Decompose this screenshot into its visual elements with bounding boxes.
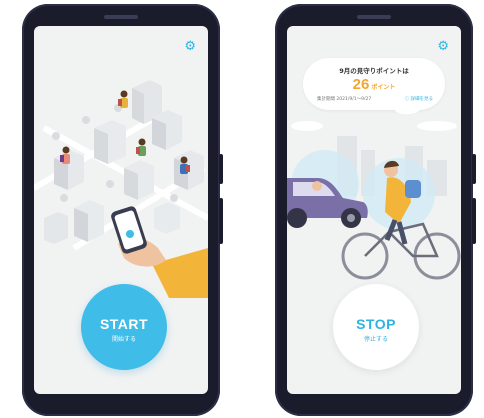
info-icon: ⓘ [404,97,410,102]
side-button [219,198,223,244]
points-number: 26 [352,76,370,93]
street-illustration [287,106,461,280]
points-details-link[interactable]: ⓘ 詳細を見る [405,96,433,102]
side-button [219,154,223,184]
gear-icon[interactable]: ⚙ [184,40,196,53]
speaker [357,15,391,19]
speaker [104,15,138,19]
city-illustration [34,80,208,298]
phone-right: ⚙ 9月の見守りポイントは 26 ポイント 集計期間 2021/9/1〜9/27 … [275,4,476,416]
phone-left: ⚙ START 開始する [22,4,223,416]
start-button[interactable]: START 開始する [81,284,167,370]
points-period: 集計期間 2021/9/1〜9/27 [317,97,372,102]
child-figure [118,90,128,108]
stop-button[interactable]: STOP 停止する [333,284,419,370]
side-button [472,198,476,244]
start-screen: ⚙ START 開始する [34,26,208,394]
start-button-label: START [99,316,149,332]
points-details-link-label: 詳細を見る [410,97,434,102]
stop-button-label: STOP [356,316,396,332]
points-card: 9月の見守りポイントは 26 ポイント 集計期間 2021/9/1〜9/27 ⓘ … [303,58,445,110]
side-button [472,154,476,184]
stop-button-sublabel: 停止する [363,336,388,343]
clouds [291,106,457,131]
points-value: 26 ポイント [303,74,445,93]
stop-screen: ⚙ 9月の見守りポイントは 26 ポイント 集計期間 2021/9/1〜9/27 … [287,26,461,394]
gear-icon[interactable]: ⚙ [437,40,449,53]
start-button-sublabel: 開始する [111,336,136,343]
child-figure [136,138,146,156]
points-unit: ポイント [371,84,396,91]
child-figure [60,146,70,164]
